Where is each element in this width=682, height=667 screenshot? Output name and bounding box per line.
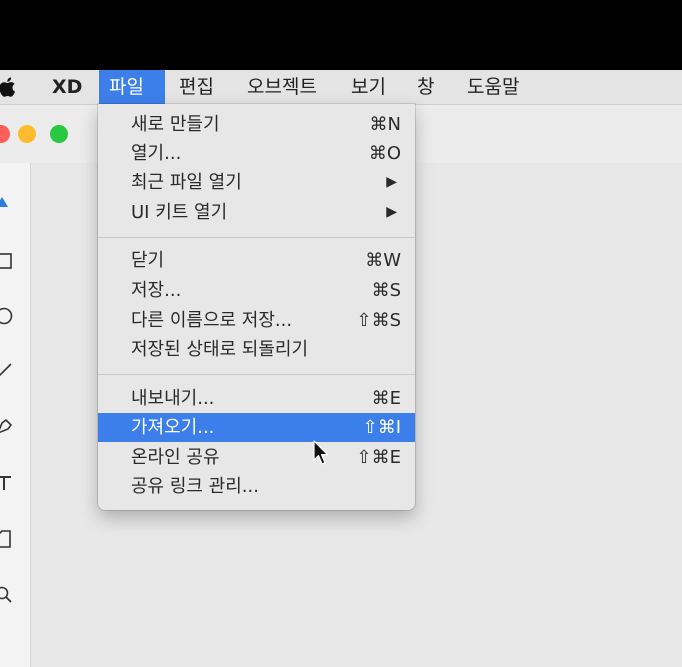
minimize-window-icon[interactable]: [18, 125, 36, 143]
menu-item-label: 온라인 공유: [131, 447, 220, 468]
artboard-tool-icon[interactable]: [0, 529, 14, 549]
menu-item-save[interactable]: 저장... ⌘S: [98, 276, 415, 305]
menu-item-share-online[interactable]: 온라인 공유 ⇧⌘E: [98, 443, 415, 472]
menu-edit[interactable]: 편집: [169, 70, 224, 104]
menu-app-xd[interactable]: XD: [42, 70, 92, 104]
shortcut-label: ⌘N: [369, 114, 401, 135]
file-menu-dropdown: 새로 만들기 ⌘N 열기... ⌘O 최근 파일 열기 ▶ UI 키트 열기 ▶…: [98, 104, 415, 510]
menu-item-label: 닫기: [131, 250, 165, 271]
shortcut-label: ⌘E: [371, 388, 401, 409]
menu-item-import[interactable]: 가져오기... ⇧⌘I: [98, 413, 415, 442]
menu-item-label: UI 키트 열기: [131, 202, 228, 223]
menu-item-label: 내보내기...: [131, 388, 215, 409]
menu-window[interactable]: 창: [407, 70, 444, 104]
menu-separator: [98, 374, 415, 375]
menu-item-label: 최근 파일 열기: [131, 172, 242, 193]
menu-item-open-ui-kit[interactable]: UI 키트 열기 ▶: [98, 198, 415, 227]
menu-item-save-as[interactable]: 다른 이름으로 저장... ⇧⌘S: [98, 306, 415, 335]
pen-tool-icon[interactable]: [0, 417, 14, 437]
close-window-icon[interactable]: [0, 125, 10, 143]
menu-item-close[interactable]: 닫기 ⌘W: [98, 246, 415, 275]
screen-top-black-area: [0, 0, 682, 70]
menu-item-new[interactable]: 새로 만들기 ⌘N: [98, 110, 415, 139]
text-tool-icon[interactable]: [0, 473, 14, 493]
menu-help[interactable]: 도움말: [457, 70, 529, 104]
menu-item-label: 공유 링크 관리...: [131, 476, 259, 497]
menu-item-label: 새로 만들기: [131, 114, 220, 135]
menu-item-label: 열기...: [131, 143, 182, 164]
menu-view[interactable]: 보기: [341, 70, 396, 104]
menu-item-open-recent[interactable]: 최근 파일 열기 ▶: [98, 168, 415, 197]
shortcut-label: ⌘W: [365, 250, 401, 271]
line-tool-icon[interactable]: [0, 361, 14, 381]
macos-menu-bar: XD 파일 편집 오브젝트 보기 창 도움말: [0, 70, 682, 105]
menu-item-label: 다른 이름으로 저장...: [131, 310, 293, 331]
menu-file[interactable]: 파일: [99, 70, 165, 104]
menu-item-export[interactable]: 내보내기... ⌘E: [98, 384, 415, 413]
submenu-arrow-icon: ▶: [386, 204, 397, 220]
shortcut-label: ⇧⌘I: [362, 417, 401, 438]
menu-separator: [98, 237, 415, 238]
zoom-tool-icon[interactable]: [0, 585, 14, 605]
submenu-arrow-icon: ▶: [386, 174, 397, 190]
zoom-window-icon[interactable]: [50, 125, 68, 143]
menu-item-manage-links[interactable]: 공유 링크 관리...: [98, 472, 415, 501]
shortcut-label: ⌘S: [371, 280, 401, 301]
menu-item-label: 저장...: [131, 280, 182, 301]
menu-object[interactable]: 오브젝트: [237, 70, 327, 104]
mouse-cursor-icon: [313, 440, 329, 465]
apple-icon[interactable]: [0, 75, 20, 99]
menu-item-revert[interactable]: 저장된 상태로 되돌리기: [98, 335, 415, 364]
rectangle-tool-icon[interactable]: [0, 251, 14, 271]
menu-item-label: 저장된 상태로 되돌리기: [131, 339, 309, 360]
shortcut-label: ⇧⌘S: [356, 310, 401, 331]
menu-item-open[interactable]: 열기... ⌘O: [98, 139, 415, 168]
select-tool-icon[interactable]: [0, 193, 14, 213]
tool-bar: [0, 163, 31, 667]
shortcut-label: ⇧⌘E: [356, 447, 401, 468]
ellipse-tool-icon[interactable]: [0, 306, 14, 326]
menu-item-label: 가져오기...: [131, 417, 215, 438]
shortcut-label: ⌘O: [368, 143, 401, 164]
